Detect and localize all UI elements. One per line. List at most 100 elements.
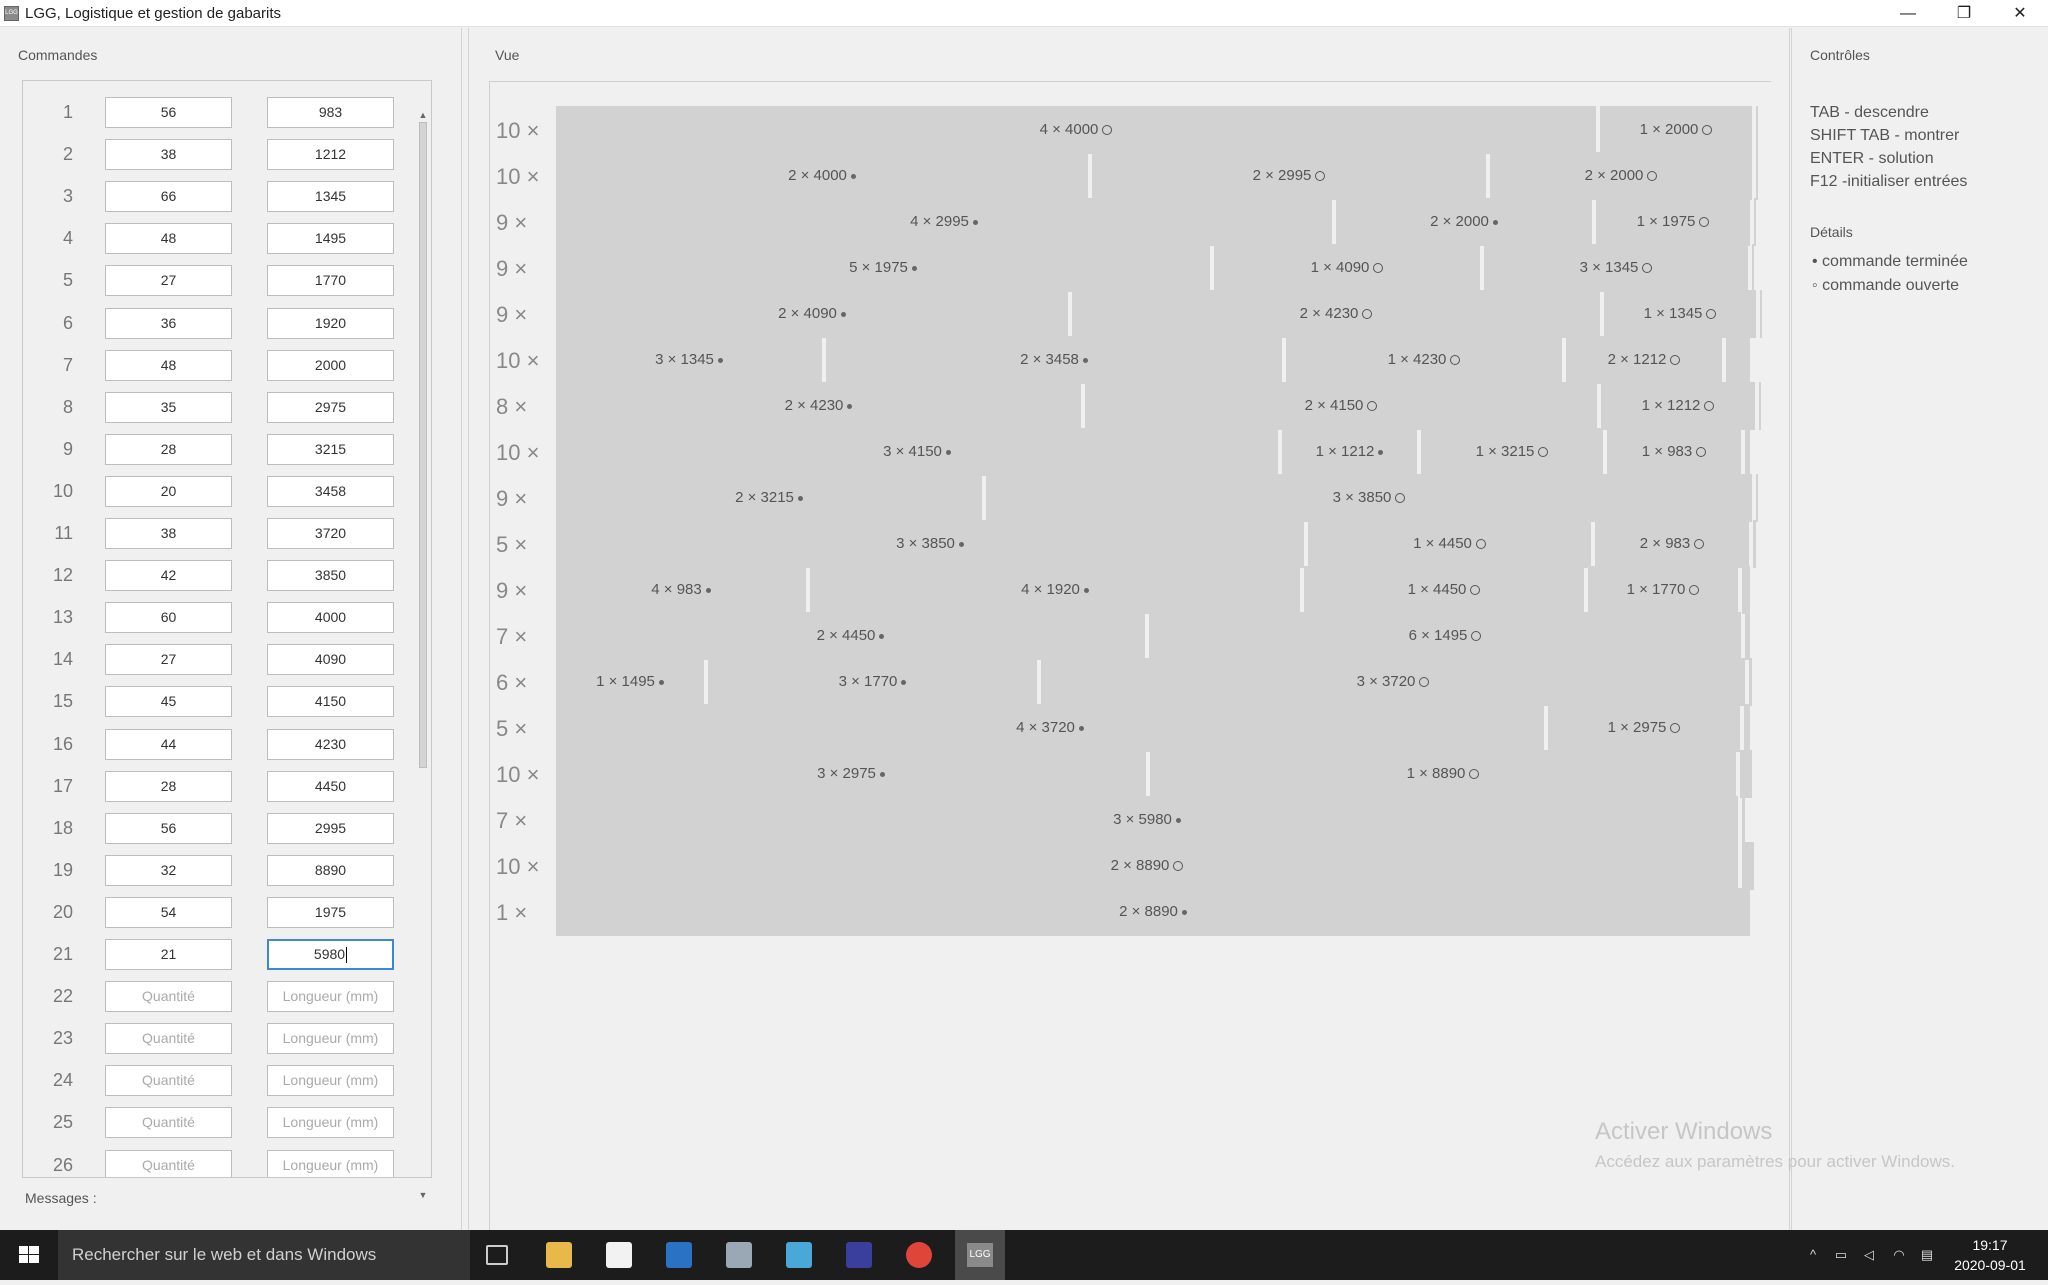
outlook-icon[interactable]	[666, 1242, 692, 1268]
chevron-up-icon[interactable]: ^	[1804, 1246, 1822, 1264]
length-field[interactable]: Longueur (mm)	[267, 1107, 394, 1139]
start-button[interactable]	[0, 1230, 58, 1280]
quantity-field[interactable]: 38	[105, 139, 232, 171]
quantity-field[interactable]: 60	[105, 602, 232, 634]
length-field[interactable]: 2975	[267, 391, 394, 423]
length-field[interactable]: 1212	[267, 139, 394, 171]
close-button[interactable]: ✕	[1992, 0, 2048, 27]
quantity-field[interactable]: 42	[105, 560, 232, 592]
app-icon-blue[interactable]	[786, 1242, 812, 1268]
length-field[interactable]: 3458	[267, 475, 394, 507]
quantity-field[interactable]: 38	[105, 518, 232, 549]
quantity-field[interactable]: 27	[105, 265, 232, 297]
quantity-field[interactable]: 35	[105, 391, 232, 423]
quantity-field[interactable]: 48	[105, 223, 232, 255]
length-field[interactable]: 1770	[267, 265, 394, 297]
length-field[interactable]: 4150	[267, 686, 394, 718]
length-field[interactable]: 983	[267, 97, 394, 128]
minimize-button[interactable]: —	[1880, 0, 1936, 27]
segment-label: 4 × 2995	[910, 213, 969, 230]
quantity-field[interactable]: 45	[105, 686, 232, 718]
length-field[interactable]: 1975	[267, 896, 394, 928]
solution-row: 9 × 5 × 1975 1 × 4090 3 × 1345	[490, 244, 1771, 294]
length-field[interactable]: 4450	[267, 770, 394, 802]
quantity-field[interactable]: 32	[105, 854, 232, 886]
segment-label: 1 × 4450	[1413, 535, 1472, 552]
quantity-field[interactable]: 20	[105, 475, 232, 507]
order-row: 7 48 2000	[23, 344, 413, 386]
order-row: 13 60 4000	[23, 596, 413, 638]
scroll-up-icon[interactable]: ▲	[416, 108, 430, 122]
row-number: 13	[52, 607, 73, 628]
cut-segment: 2 × 2000	[1336, 198, 1592, 246]
quantity-field[interactable]: Quantité	[105, 1023, 232, 1055]
cut-segment: 1 × 1212	[1601, 382, 1755, 430]
length-field[interactable]: 3215	[267, 433, 394, 465]
orders-panel: Commandes 1 56 983 2 38 1212 3 66 1345 4 48 1495 5 27…	[0, 28, 462, 1230]
visual-studio-icon[interactable]	[846, 1242, 872, 1268]
network-icon[interactable]: ◠	[1890, 1246, 1908, 1264]
repeat-count: 9 ×	[496, 256, 528, 281]
quantity-field[interactable]: Quantité	[105, 1107, 232, 1139]
length-field[interactable]: 1345	[267, 181, 394, 213]
cut-segment: 4 × 983	[556, 566, 806, 614]
file-explorer-icon[interactable]	[546, 1242, 572, 1268]
length-field[interactable]: Longueur (mm)	[267, 1149, 394, 1177]
view-panel: Vue 10 × 4 × 4000 1 × 2000 10 × 2 × 4000 2 × …	[468, 28, 1790, 1231]
length-field[interactable]: Longueur (mm)	[267, 981, 394, 1013]
offcut-segment	[1754, 198, 1756, 246]
solution-row: 8 × 2 × 4230 2 × 4150 1 × 1212	[490, 382, 1771, 432]
order-done-icon	[1083, 587, 1089, 593]
taskbar-search-input[interactable]: Rechercher sur le web et dans Windows	[58, 1230, 470, 1280]
quantity-field[interactable]: 56	[105, 812, 232, 844]
quantity-field[interactable]: Quantité	[105, 1149, 232, 1177]
length-field[interactable]: 1495	[267, 223, 394, 255]
scroll-thumb[interactable]	[419, 122, 427, 768]
length-field[interactable]: 2995	[267, 812, 394, 844]
notification-icon[interactable]: ▤	[1918, 1246, 1936, 1264]
quantity-field[interactable]: 48	[105, 349, 232, 381]
length-value: 3850	[314, 567, 347, 584]
clock[interactable]: 19:17 2020-09-01	[1950, 1235, 2030, 1275]
quantity-field[interactable]: 54	[105, 896, 232, 928]
quantity-field[interactable]: 21	[105, 939, 232, 970]
length-field[interactable]: 5980	[267, 939, 394, 970]
chrome-icon[interactable]	[906, 1242, 932, 1268]
length-field[interactable]: 4000	[267, 602, 394, 634]
orders-scrollbar[interactable]: ▲ ▼	[416, 108, 430, 1202]
length-field[interactable]: 3720	[267, 518, 394, 549]
store-icon[interactable]	[606, 1242, 632, 1268]
length-field[interactable]: 1920	[267, 307, 394, 339]
order-row: 16 44 4230	[23, 723, 413, 765]
length-field[interactable]: 2000	[267, 349, 394, 381]
order-row: 20 54 1975	[23, 891, 413, 933]
quantity-field[interactable]: 66	[105, 181, 232, 213]
quantity-field[interactable]: 27	[105, 644, 232, 676]
length-field[interactable]: 4090	[267, 644, 394, 676]
shortcut-tab: TAB - descendre	[1810, 104, 1929, 121]
lgg-taskbar-button[interactable]: LGG	[955, 1230, 1005, 1280]
length-field[interactable]: Longueur (mm)	[267, 1065, 394, 1097]
quantity-field[interactable]: 36	[105, 307, 232, 339]
segment-label: 5 × 1975	[849, 259, 908, 276]
volume-icon[interactable]: ◁	[1860, 1246, 1878, 1264]
quantity-field[interactable]: 28	[105, 433, 232, 465]
length-field[interactable]: Longueur (mm)	[267, 1023, 394, 1055]
quantity-field[interactable]: 44	[105, 728, 232, 760]
scroll-down-icon[interactable]: ▼	[416, 1188, 430, 1202]
maximize-button[interactable]: ❐	[1936, 0, 1992, 27]
order-row: 5 27 1770	[23, 259, 413, 301]
length-field[interactable]: 8890	[267, 854, 394, 886]
quantity-field[interactable]: 28	[105, 770, 232, 802]
battery-icon[interactable]: ▭	[1832, 1246, 1850, 1264]
length-value: 1345	[314, 188, 347, 205]
watermark-subtitle: Accédez aux paramètres pour activer Wind…	[1595, 1152, 1955, 1171]
length-field[interactable]: 4230	[267, 728, 394, 760]
task-view-icon[interactable]	[486, 1245, 508, 1265]
tools-icon[interactable]	[726, 1242, 752, 1268]
quantity-field[interactable]: Quantité	[105, 1065, 232, 1097]
quantity-field[interactable]: Quantité	[105, 981, 232, 1013]
quantity-field[interactable]: 56	[105, 97, 232, 128]
length-field[interactable]: 3850	[267, 560, 394, 592]
order-done-icon	[911, 265, 917, 271]
